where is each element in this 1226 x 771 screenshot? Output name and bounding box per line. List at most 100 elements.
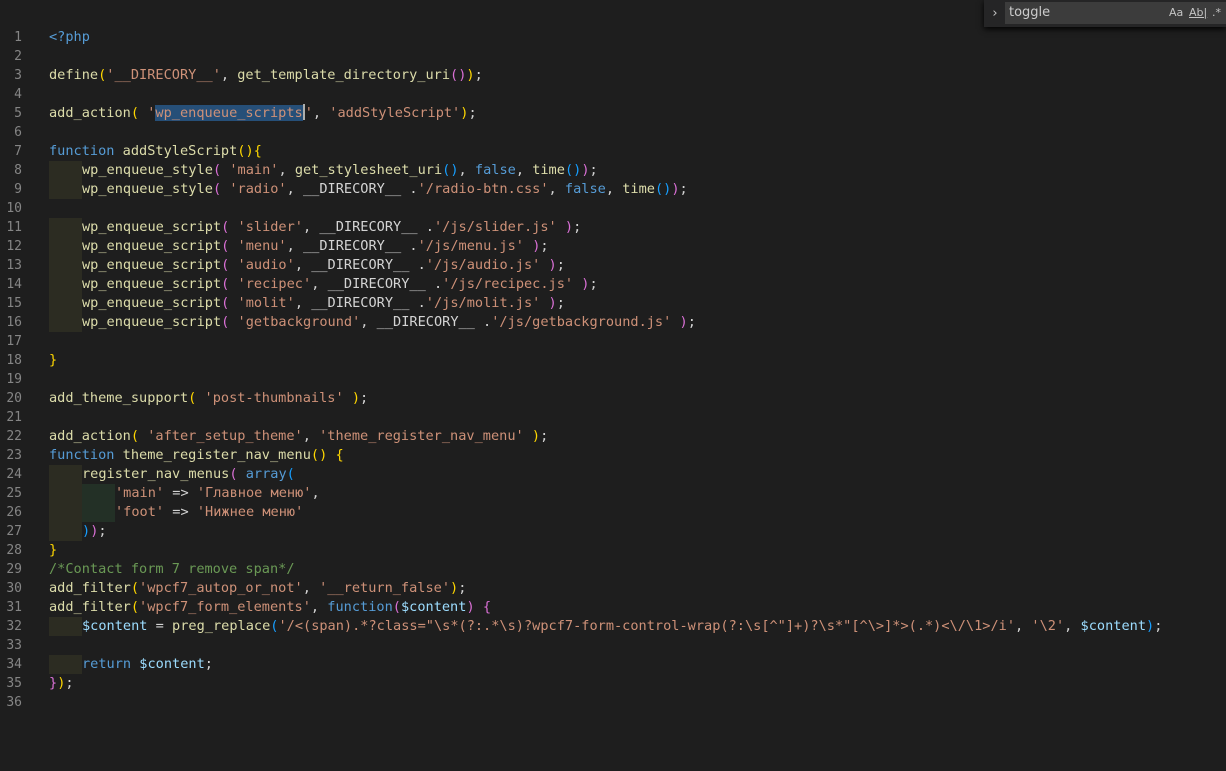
code-line[interactable]: 1 <?php bbox=[0, 28, 1226, 47]
line-number: 12 bbox=[6, 239, 22, 254]
code-line[interactable]: 15 wp_enqueue_script( 'molit', __DIRECOR… bbox=[0, 294, 1226, 313]
code-line[interactable]: 32 $content = preg_replace('/<(span).*?c… bbox=[0, 617, 1226, 636]
code-text[interactable]: add_filter('wpcf7_autop_or_not', '__retu… bbox=[49, 579, 466, 598]
indent-guide bbox=[49, 161, 82, 180]
code-text[interactable]: add_theme_support( 'post-thumbnails' ); bbox=[49, 389, 368, 408]
code-line[interactable]: 31 add_filter('wpcf7_form_elements', func… bbox=[0, 598, 1226, 617]
code-line[interactable]: 5 add_action( 'wp_enqueue_scripts ', 'addS… bbox=[0, 104, 1226, 123]
code-text[interactable]: wp_enqueue_script( 'getbackground', __DI… bbox=[49, 313, 696, 332]
code-text[interactable]: define('__DIRECORY__', get_template_dire… bbox=[49, 66, 483, 85]
line-number: 11 bbox=[6, 220, 22, 235]
code-text[interactable]: add_filter('wpcf7_form_elements', functi… bbox=[49, 598, 491, 617]
code-text[interactable]: wp_enqueue_style( 'main', get_stylesheet… bbox=[49, 161, 598, 180]
line-number: 25 bbox=[6, 486, 22, 501]
line-number: 17 bbox=[6, 334, 22, 349]
indent-guide bbox=[82, 503, 115, 522]
line-number: 26 bbox=[6, 505, 22, 520]
line-number: 29 bbox=[6, 562, 22, 577]
code-line[interactable]: 4 bbox=[0, 85, 1226, 104]
code-line[interactable]: 35}); bbox=[0, 674, 1226, 693]
code-text[interactable]: add_action( 'wp_enqueue_scripts ', 'addSt… bbox=[49, 104, 477, 123]
code-text[interactable]: 'main' => 'Главное меню', bbox=[49, 484, 320, 503]
code-text[interactable]: wp_enqueue_script( 'audio', __DIRECORY__… bbox=[49, 256, 565, 275]
line-number: 19 bbox=[6, 372, 22, 387]
code-line[interactable]: 16 wp_enqueue_script( 'getbackground', _… bbox=[0, 313, 1226, 332]
code-text[interactable]: $content = preg_replace('/<(span).*?clas… bbox=[49, 617, 1162, 636]
code-line[interactable]: 19 bbox=[0, 370, 1226, 389]
code-line[interactable]: 11 wp_enqueue_script( 'slider', __DIRECO… bbox=[0, 218, 1226, 237]
code-line[interactable]: 12 wp_enqueue_script( 'menu', __DIRECORY… bbox=[0, 237, 1226, 256]
regex-icon[interactable]: .* bbox=[1212, 4, 1221, 22]
line-number: 5 bbox=[14, 106, 22, 121]
code-line[interactable]: 24 register_nav_menus( array( bbox=[0, 465, 1226, 484]
code-text[interactable]: } bbox=[49, 351, 57, 370]
code-text[interactable]: wp_enqueue_script( 'recipec', __DIRECORY… bbox=[49, 275, 598, 294]
code-text[interactable]: <?php bbox=[49, 28, 90, 47]
code-text[interactable]: wp_enqueue_script( 'molit', __DIRECORY__… bbox=[49, 294, 565, 313]
code-line[interactable]: 13 wp_enqueue_script( 'audio', __DIRECOR… bbox=[0, 256, 1226, 275]
code-line[interactable]: 14 wp_enqueue_script( 'recipec', __DIREC… bbox=[0, 275, 1226, 294]
code-text[interactable]: add_action( 'after_setup_theme', 'theme_… bbox=[49, 427, 548, 446]
code-line[interactable]: 21 bbox=[0, 408, 1226, 427]
code-text[interactable]: }); bbox=[49, 674, 74, 693]
line-number: 22 bbox=[6, 429, 22, 444]
code-line[interactable]: 3 define('__DIRECORY__', get_template_dir… bbox=[0, 66, 1226, 85]
indent-guide bbox=[49, 465, 82, 484]
code-text[interactable]: /*Contact form 7 remove span*/ bbox=[49, 560, 295, 579]
code-line[interactable]: 26 'foot' => 'Нижнее меню' bbox=[0, 503, 1226, 522]
line-number: 21 bbox=[6, 410, 22, 425]
code-line[interactable]: 17 bbox=[0, 332, 1226, 351]
code-text[interactable]: )); bbox=[49, 522, 107, 541]
code-line[interactable]: 10 bbox=[0, 199, 1226, 218]
code-line[interactable]: 6 bbox=[0, 123, 1226, 142]
code-text[interactable]: function addStyleScript(){ bbox=[49, 142, 262, 161]
code-editor[interactable]: 1 <?php 2 3 define('__DIRECORY__', get_templ… bbox=[0, 28, 1226, 712]
line-number: 36 bbox=[6, 695, 22, 710]
code-line[interactable]: 28} bbox=[0, 541, 1226, 560]
chevron-right-icon[interactable]: › bbox=[986, 0, 1004, 27]
code-line[interactable]: 7 function addStyleScript(){ bbox=[0, 142, 1226, 161]
line-number: 35 bbox=[6, 676, 22, 691]
code-line[interactable]: 23 function theme_register_nav_menu() { bbox=[0, 446, 1226, 465]
code-text[interactable]: wp_enqueue_script( 'menu', __DIRECORY__ … bbox=[49, 237, 549, 256]
line-number: 7 bbox=[14, 144, 22, 159]
code-line[interactable]: 30 add_filter('wpcf7_autop_or_not', '__re… bbox=[0, 579, 1226, 598]
code-line[interactable]: 27 )); bbox=[0, 522, 1226, 541]
indent-guide bbox=[49, 218, 82, 237]
code-text[interactable]: function theme_register_nav_menu() { bbox=[49, 446, 344, 465]
code-line[interactable]: 36 bbox=[0, 693, 1226, 712]
indent-guide bbox=[49, 503, 82, 522]
code-line[interactable]: 33 bbox=[0, 636, 1226, 655]
line-number: 28 bbox=[6, 543, 22, 558]
indent-guide bbox=[49, 484, 82, 503]
indent-guide bbox=[49, 237, 82, 256]
line-number: 2 bbox=[14, 49, 22, 64]
code-line[interactable]: 20 add_theme_support( 'post-thumbnails' )… bbox=[0, 389, 1226, 408]
line-number: 31 bbox=[6, 600, 22, 615]
code-text[interactable]: return $content; bbox=[49, 655, 213, 674]
indent-guide bbox=[49, 294, 82, 313]
code-text[interactable]: } bbox=[49, 541, 57, 560]
code-line[interactable]: 34 return $content; bbox=[0, 655, 1226, 674]
line-number: 16 bbox=[6, 315, 22, 330]
indent-guide bbox=[49, 275, 82, 294]
code-text[interactable]: wp_enqueue_script( 'slider', __DIRECORY_… bbox=[49, 218, 581, 237]
code-line[interactable]: 25 'main' => 'Главное меню', bbox=[0, 484, 1226, 503]
indent-guide bbox=[49, 256, 82, 275]
match-case-icon[interactable]: Aa bbox=[1169, 4, 1183, 22]
whole-word-icon[interactable]: Ab| bbox=[1189, 4, 1207, 22]
code-text[interactable]: 'foot' => 'Нижнее меню' bbox=[49, 503, 303, 522]
code-text[interactable]: wp_enqueue_style( 'radio', __DIRECORY__ … bbox=[49, 180, 688, 199]
line-number: 27 bbox=[6, 524, 22, 539]
code-text[interactable]: register_nav_menus( array( bbox=[49, 465, 295, 484]
code-line[interactable]: 18} bbox=[0, 351, 1226, 370]
code-line[interactable]: 9 wp_enqueue_style( 'radio', __DIRECORY_… bbox=[0, 180, 1226, 199]
line-number: 3 bbox=[14, 68, 22, 83]
line-number: 14 bbox=[6, 277, 22, 292]
code-line[interactable]: 22 add_action( 'after_setup_theme', 'them… bbox=[0, 427, 1226, 446]
line-number: 18 bbox=[6, 353, 22, 368]
indent-guide bbox=[49, 522, 82, 541]
code-line[interactable]: 8 wp_enqueue_style( 'main', get_styleshe… bbox=[0, 161, 1226, 180]
code-line[interactable]: 29 /*Contact form 7 remove span*/ bbox=[0, 560, 1226, 579]
code-line[interactable]: 2 bbox=[0, 47, 1226, 66]
